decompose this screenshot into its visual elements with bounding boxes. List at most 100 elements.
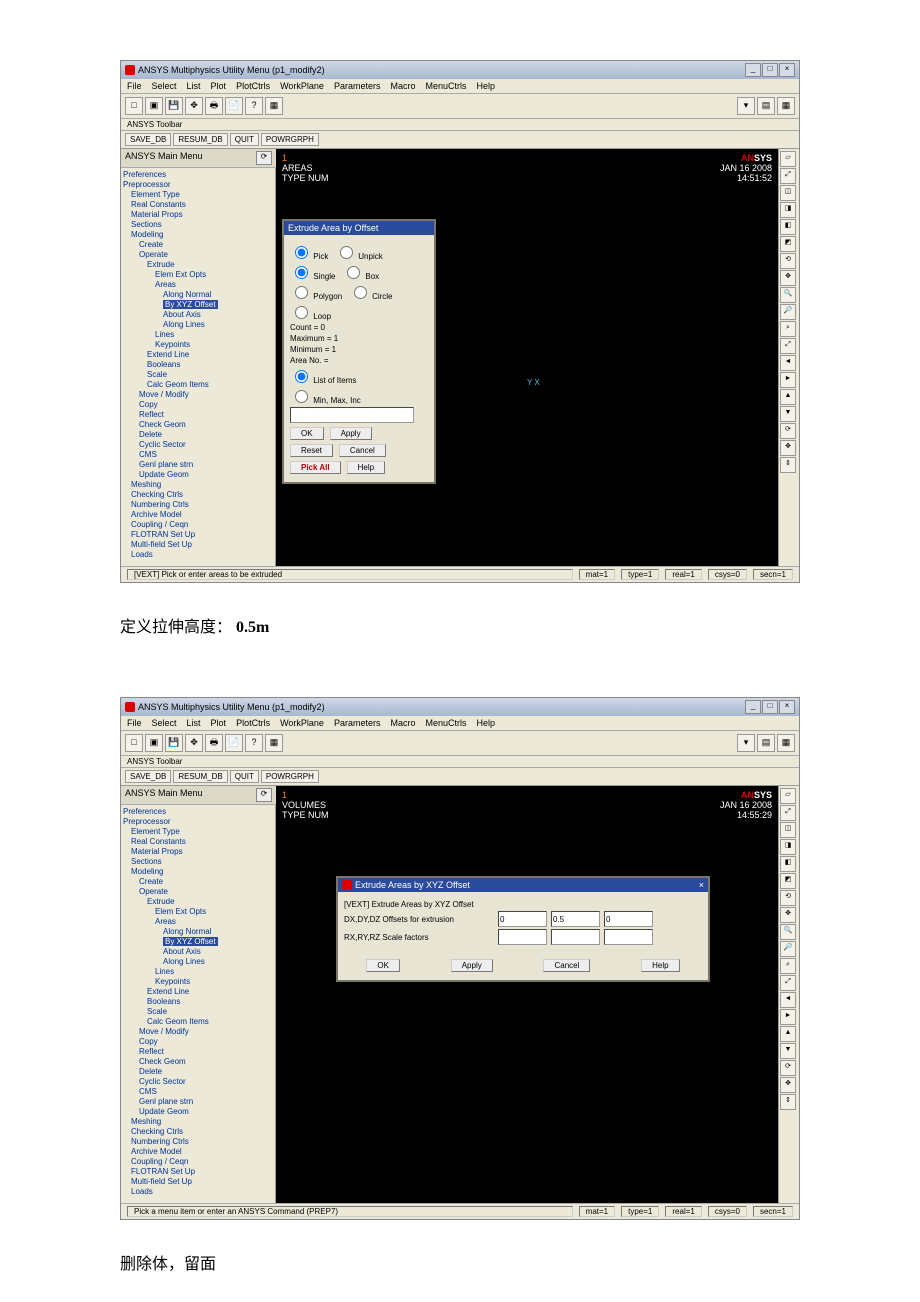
tree-item[interactable]: Genl plane strn [123,460,273,470]
tool-raise-icon[interactable]: ▾ [737,97,755,115]
view-oblique-icon[interactable]: ◩ [780,873,796,889]
tree-item[interactable]: Archive Model [123,1147,273,1157]
menu-select[interactable]: Select [152,718,177,728]
tool-report-icon[interactable]: 📄 [225,734,243,752]
tree-item[interactable]: FLOTRAN Set Up [123,530,273,540]
cancel-button[interactable]: Cancel [339,444,386,457]
main-menu-tree[interactable]: PreferencesPreprocessorElement TypeReal … [121,168,276,566]
tab-quit[interactable]: QUIT [230,770,259,783]
view-pan-icon[interactable]: ✥ [780,907,796,923]
rotate-left-icon[interactable]: ◄ [780,355,796,371]
ok-button[interactable]: OK [290,427,324,440]
tab-save-db[interactable]: SAVE_DB [125,770,171,783]
pickall-button[interactable]: Pick All [290,461,341,474]
radio-box[interactable] [347,266,360,279]
menu-plotctrls[interactable]: PlotCtrls [236,718,270,728]
menu-list[interactable]: List [187,81,201,91]
tree-item[interactable]: Scale [123,1007,273,1017]
menu-parameters[interactable]: Parameters [334,718,381,728]
tool-single-icon[interactable]: ▤ [757,734,775,752]
tool-pan-icon[interactable]: ✥ [185,97,203,115]
rotate-down-icon[interactable]: ▼ [780,406,796,422]
zoom-box-icon[interactable]: ⌕ [780,321,796,337]
tree-item[interactable]: Elem Ext Opts [123,270,273,280]
zoom-in-icon[interactable]: 🔍 [780,287,796,303]
view-oblique-icon[interactable]: ◩ [780,236,796,252]
tree-item[interactable]: Create [123,240,273,250]
tree-item[interactable]: Checking Ctrls [123,490,273,500]
apply-button[interactable]: Apply [451,959,493,972]
tree-item[interactable]: Multi-field Set Up [123,540,273,550]
tree-item[interactable]: Cyclic Sector [123,440,273,450]
tool-save-icon[interactable]: 💾 [165,734,183,752]
menu-help[interactable]: Help [477,718,496,728]
tree-item[interactable]: Numbering Ctrls [123,500,273,510]
tree-item[interactable]: Loads [123,1187,273,1197]
tree-item[interactable]: Coupling / Ceqn [123,520,273,530]
tree-item[interactable]: Update Geom [123,1107,273,1117]
zoom-in-icon[interactable]: 🔍 [780,924,796,940]
tree-item[interactable]: Delete [123,430,273,440]
menu-plot[interactable]: Plot [211,718,227,728]
tool-open-icon[interactable]: ▣ [145,734,163,752]
minimize-button[interactable]: _ [745,63,761,77]
tree-item[interactable]: Material Props [123,847,273,857]
cancel-button[interactable]: Cancel [543,959,590,972]
tree-item[interactable]: Extend Line [123,350,273,360]
tree-item[interactable]: FLOTRAN Set Up [123,1167,273,1177]
tool-pan-icon[interactable]: ✥ [185,734,203,752]
tree-item[interactable]: Along Normal [123,927,273,937]
tree-item[interactable]: Keypoints [123,977,273,987]
tree-item[interactable]: Genl plane strn [123,1097,273,1107]
view-rotate-icon[interactable]: ⟲ [780,253,796,269]
tree-item[interactable]: Extrude [123,260,273,270]
tool-open-icon[interactable]: ▣ [145,97,163,115]
tree-item[interactable]: Update Geom [123,470,273,480]
tool-new-icon[interactable]: □ [125,97,143,115]
tool-report-icon[interactable]: 📄 [225,97,243,115]
menu-macro[interactable]: Macro [390,718,415,728]
tree-item[interactable]: Preprocessor [123,180,273,190]
tree-item[interactable]: Lines [123,967,273,977]
pick-input[interactable] [290,407,414,423]
view-top-icon[interactable]: ◧ [780,856,796,872]
tool-raise-icon[interactable]: ▾ [737,734,755,752]
tree-refresh-icon[interactable]: ⟳ [256,151,272,165]
view-front-icon[interactable]: ◫ [780,185,796,201]
tree-item[interactable]: Preferences [123,807,273,817]
tree-item[interactable]: Modeling [123,867,273,877]
tab-resum-db[interactable]: RESUM_DB [173,770,227,783]
menu-file[interactable]: File [127,81,142,91]
tool-save-icon[interactable]: 💾 [165,97,183,115]
rx-input[interactable] [498,929,547,945]
radio-list[interactable] [295,370,308,383]
tree-item[interactable]: Loads [123,550,273,560]
dyn-zoom-icon[interactable]: ⇕ [780,457,796,473]
radio-single[interactable] [295,266,308,279]
zoom-fit-icon[interactable]: ⤢ [780,975,796,991]
radio-circle[interactable] [354,286,367,299]
tree-item[interactable]: Sections [123,857,273,867]
tab-powrgrph[interactable]: POWRGRPH [261,770,319,783]
tree-item[interactable]: Real Constants [123,200,273,210]
dz-input[interactable] [604,911,653,927]
tree-item[interactable]: Preferences [123,170,273,180]
tree-item[interactable]: Along Lines [123,957,273,967]
tree-item[interactable]: Modeling [123,230,273,240]
tree-item[interactable]: Operate [123,887,273,897]
tree-item[interactable]: Meshing [123,1117,273,1127]
tree-item[interactable]: Element Type [123,190,273,200]
menu-plotctrls[interactable]: PlotCtrls [236,81,270,91]
menu-parameters[interactable]: Parameters [334,81,381,91]
tree-item[interactable]: Keypoints [123,340,273,350]
radio-pick[interactable] [295,246,308,259]
minimize-button[interactable]: _ [745,700,761,714]
tree-item[interactable]: Extend Line [123,987,273,997]
tab-save-db[interactable]: SAVE_DB [125,133,171,146]
rotate-left-icon[interactable]: ◄ [780,992,796,1008]
menu-macro[interactable]: Macro [390,81,415,91]
tree-item[interactable]: Areas [123,917,273,927]
maximize-button[interactable]: □ [762,700,778,714]
graphics-window[interactable]: 1 AREAS TYPE NUM ANSYS JAN 16 2008 14:51… [276,149,778,566]
close-button[interactable]: × [779,700,795,714]
